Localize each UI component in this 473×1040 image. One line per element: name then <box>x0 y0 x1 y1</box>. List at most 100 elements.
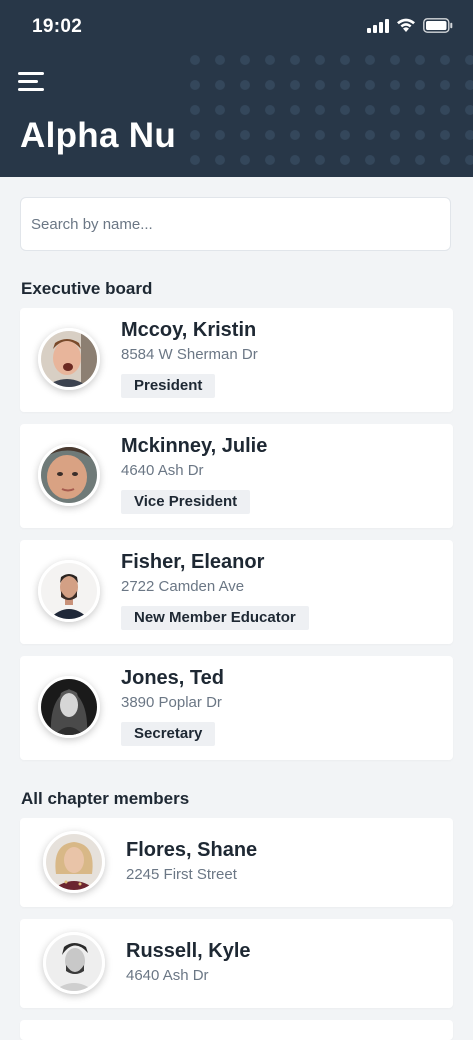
decor-dot <box>390 80 400 90</box>
decor-dot <box>315 155 325 165</box>
decor-dot <box>415 130 425 140</box>
decor-dot <box>415 80 425 90</box>
decor-dot <box>315 105 325 115</box>
decor-dot <box>190 155 200 165</box>
decor-dot <box>440 80 450 90</box>
decor-dot <box>390 105 400 115</box>
decor-dot <box>315 55 325 65</box>
decor-dot <box>290 155 300 165</box>
avatar <box>43 932 105 994</box>
decor-dot <box>465 55 473 65</box>
avatar <box>38 444 100 506</box>
decor-dot <box>265 130 275 140</box>
decor-dot <box>315 80 325 90</box>
decor-dot <box>265 55 275 65</box>
decor-dot <box>190 105 200 115</box>
decor-dot <box>390 55 400 65</box>
decor-dot <box>215 130 225 140</box>
avatar <box>43 831 105 893</box>
menu-icon[interactable] <box>18 72 44 94</box>
decor-dot <box>365 130 375 140</box>
member-address: 4640 Ash Dr <box>121 462 204 479</box>
member-card[interactable]: Russell, Kyle 4640 Ash Dr <box>20 919 453 1008</box>
decor-dot <box>365 155 375 165</box>
member-name: Jones, Ted <box>121 667 224 689</box>
decor-dot <box>240 80 250 90</box>
decor-dot <box>340 80 350 90</box>
decor-dot <box>190 130 200 140</box>
decor-dot <box>465 80 473 90</box>
decor-dot <box>340 105 350 115</box>
decor-dot <box>190 55 200 65</box>
member-name: Mckinney, Julie <box>121 435 268 457</box>
decor-dot <box>440 130 450 140</box>
decor-dot <box>265 155 275 165</box>
decor-dot <box>240 130 250 140</box>
signal-icon <box>367 18 389 33</box>
decor-dot <box>390 130 400 140</box>
avatar <box>38 676 100 738</box>
decor-dot <box>340 55 350 65</box>
member-card[interactable]: Fisher, Eleanor 2722 Camden Ave New Memb… <box>20 540 453 644</box>
decor-dot <box>215 105 225 115</box>
app-header: 19:02 Alpha Nu <box>0 0 473 177</box>
member-name: Mccoy, Kristin <box>121 319 257 341</box>
decor-dot <box>215 55 225 65</box>
decor-dot <box>190 80 200 90</box>
role-badge: Secretary <box>121 722 216 746</box>
role-badge: Vice President <box>121 490 251 514</box>
decor-dot <box>240 55 250 65</box>
member-address: 3890 Poplar Dr <box>121 694 222 711</box>
decor-dot <box>440 105 450 115</box>
decor-dot <box>365 55 375 65</box>
wifi-icon <box>397 18 415 32</box>
decor-dot <box>315 130 325 140</box>
status-time: 19:02 <box>32 16 83 37</box>
decor-dot <box>365 80 375 90</box>
battery-icon <box>423 18 453 33</box>
member-address: 2722 Camden Ave <box>121 578 245 595</box>
member-card[interactable]: Jones, Ted 3890 Poplar Dr Secretary <box>20 656 453 760</box>
decor-dot <box>465 130 473 140</box>
member-name: Russell, Kyle <box>126 940 251 962</box>
page-title: Alpha Nu <box>20 116 177 155</box>
decor-dot <box>415 55 425 65</box>
decor-dot <box>215 80 225 90</box>
member-address: 8584 W Sherman Dr <box>121 346 258 363</box>
member-card[interactable] <box>20 1020 453 1040</box>
decor-dot <box>465 155 473 165</box>
decor-dot <box>240 155 250 165</box>
avatar <box>38 560 100 622</box>
decor-dot <box>440 155 450 165</box>
decor-dot <box>265 105 275 115</box>
member-name: Fisher, Eleanor <box>121 551 265 573</box>
decor-dot <box>215 155 225 165</box>
decor-dot <box>390 155 400 165</box>
decor-dot <box>240 105 250 115</box>
status-icons <box>367 18 453 33</box>
member-card[interactable]: Mccoy, Kristin 8584 W Sherman Dr Preside… <box>20 308 453 412</box>
section-title-all-members: All chapter members <box>21 789 190 808</box>
decor-dot <box>265 80 275 90</box>
member-card[interactable]: Mckinney, Julie 4640 Ash Dr Vice Preside… <box>20 424 453 528</box>
decor-dot <box>415 155 425 165</box>
avatar <box>38 328 100 390</box>
decor-dot <box>290 130 300 140</box>
decor-dot <box>340 130 350 140</box>
section-title-executive-board: Executive board <box>21 279 153 298</box>
role-badge: President <box>121 374 216 398</box>
decor-dot <box>290 80 300 90</box>
member-card[interactable]: Flores, Shane 2245 First Street <box>20 818 453 907</box>
decor-dot <box>465 105 473 115</box>
role-badge: New Member Educator <box>121 606 309 630</box>
member-address: 2245 First Street <box>126 866 237 883</box>
search-input[interactable] <box>20 197 451 251</box>
decor-dot <box>440 55 450 65</box>
dot-pattern-decoration <box>190 55 473 165</box>
decor-dot <box>415 105 425 115</box>
decor-dot <box>290 55 300 65</box>
member-name: Flores, Shane <box>126 839 258 861</box>
member-address: 4640 Ash Dr <box>126 967 209 984</box>
decor-dot <box>365 105 375 115</box>
decor-dot <box>290 105 300 115</box>
